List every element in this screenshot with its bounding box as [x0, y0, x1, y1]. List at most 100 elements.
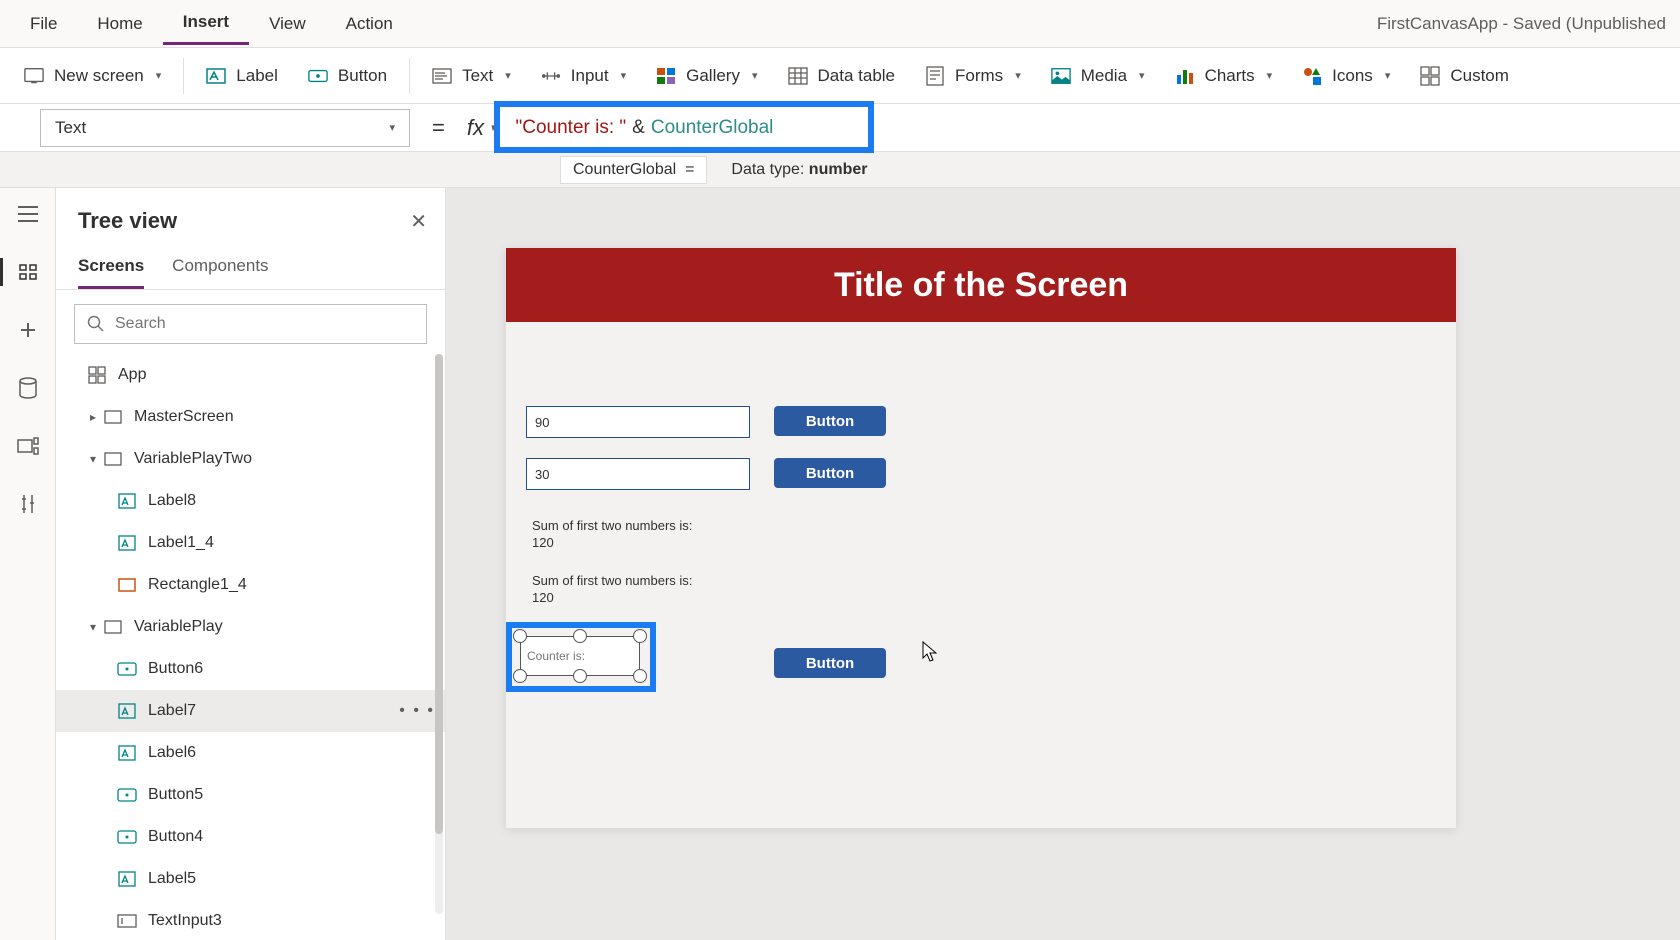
resize-handle[interactable]: [633, 629, 647, 643]
resize-handle[interactable]: [513, 629, 527, 643]
label-button[interactable]: Label: [192, 58, 292, 94]
equals-sign: =: [410, 115, 467, 141]
sum-label-1: Sum of first two numbers is: 120: [532, 518, 712, 552]
tree-node-label5[interactable]: Label5: [56, 858, 445, 900]
search-input[interactable]: [74, 304, 427, 344]
button-icon: [116, 826, 138, 848]
tree-node-label: Label1_4: [148, 534, 214, 552]
tree-node-label: MasterScreen: [134, 408, 234, 426]
tree-node-label: Label8: [148, 492, 196, 510]
tree-node-button4[interactable]: Button4: [56, 816, 445, 858]
chevron-right-icon[interactable]: ▸: [84, 410, 102, 424]
cursor-icon: [921, 640, 937, 662]
media-rail-icon[interactable]: [16, 434, 40, 458]
gallery-icon: [656, 66, 676, 86]
media-label: Media: [1081, 66, 1127, 86]
forms-button[interactable]: Forms▾: [911, 58, 1035, 94]
chevron-down-icon[interactable]: ▾: [84, 452, 102, 466]
button-icon: [116, 784, 138, 806]
screen-icon: [102, 448, 124, 470]
textinput-icon: [116, 910, 138, 932]
gallery-label: Gallery: [686, 66, 740, 86]
custom-button[interactable]: Custom: [1406, 58, 1523, 94]
chevron-down-icon: ▾: [1139, 69, 1145, 82]
app-title: FirstCanvasApp - Saved (Unpublished: [1377, 14, 1670, 34]
tree-node-app[interactable]: App: [56, 354, 445, 396]
more-icon[interactable]: • • •: [399, 702, 435, 720]
screen-title: Title of the Screen: [506, 248, 1456, 322]
label-icon: [116, 490, 138, 512]
button-2[interactable]: Button: [774, 458, 886, 488]
close-icon[interactable]: ✕: [410, 209, 427, 234]
tree-node-label1-4[interactable]: Label1_4: [56, 522, 445, 564]
hamburger-icon[interactable]: [16, 202, 40, 226]
button-3[interactable]: Button: [774, 648, 886, 678]
tree-node-label6[interactable]: Label6: [56, 732, 445, 774]
tree-node-label: Button4: [148, 828, 203, 846]
icons-button[interactable]: Icons▾: [1288, 58, 1404, 94]
text-input-1[interactable]: 90: [526, 406, 750, 438]
gallery-button[interactable]: Gallery▾: [642, 58, 771, 94]
insert-icon[interactable]: [16, 318, 40, 342]
icons-label: Icons: [1332, 66, 1373, 86]
tree-node-button5[interactable]: Button5: [56, 774, 445, 816]
tree-node-masterscreen[interactable]: ▸ MasterScreen: [56, 396, 445, 438]
menu-home[interactable]: Home: [77, 4, 162, 44]
property-selector[interactable]: Text ▾: [40, 109, 410, 147]
resize-handle[interactable]: [513, 669, 527, 683]
fx-icon[interactable]: fx▾: [467, 115, 504, 141]
tree-node-textinput3[interactable]: TextInput3: [56, 900, 445, 940]
canvas[interactable]: Title of the Screen 90 Button 30 Button …: [446, 188, 1680, 940]
button-button[interactable]: Button: [294, 58, 401, 94]
chevron-down-icon[interactable]: ▾: [84, 620, 102, 634]
intelli-var: CounterGlobal =: [560, 156, 707, 184]
formula-string: "Counter is: ": [516, 117, 627, 139]
screen-variableplay[interactable]: Title of the Screen 90 Button 30 Button …: [506, 248, 1456, 828]
menu-view[interactable]: View: [249, 4, 326, 44]
custom-icon: [1420, 66, 1440, 86]
button-1[interactable]: Button: [774, 406, 886, 436]
advanced-tools-icon[interactable]: [16, 492, 40, 516]
tree-node-label: Button5: [148, 786, 203, 804]
data-icon[interactable]: [16, 376, 40, 400]
search-field[interactable]: [115, 315, 414, 333]
text-button[interactable]: Text▾: [418, 58, 525, 94]
tree-node-button6[interactable]: Button6: [56, 648, 445, 690]
new-screen-button[interactable]: New screen▾: [10, 58, 175, 94]
tab-screens[interactable]: Screens: [78, 248, 144, 289]
screen-icon: [24, 66, 44, 86]
input-button[interactable]: Input▾: [527, 58, 640, 94]
data-table-label: Data table: [818, 66, 896, 86]
tree-node-label: App: [118, 366, 146, 384]
menu-file[interactable]: File: [10, 4, 77, 44]
menu-action[interactable]: Action: [326, 4, 413, 44]
media-button[interactable]: Media ▾: [1037, 58, 1159, 94]
scrollbar-thumb[interactable]: [435, 354, 443, 834]
property-selector-value: Text: [55, 118, 86, 138]
app-icon: [86, 364, 108, 386]
tree-node-label: Rectangle1_4: [148, 576, 247, 594]
tree-node-variableplay[interactable]: ▾ VariablePlay: [56, 606, 445, 648]
resize-handle[interactable]: [633, 669, 647, 683]
data-table-button[interactable]: Data table: [774, 58, 910, 94]
menu-insert[interactable]: Insert: [163, 2, 249, 45]
formula-bar: Text ▾ = fx▾ "Counter is: " & CounterGlo…: [0, 104, 1680, 152]
tree-node-label8[interactable]: Label8: [56, 480, 445, 522]
chevron-down-icon: ▾: [490, 121, 496, 134]
charts-label: Charts: [1205, 66, 1255, 86]
tab-components[interactable]: Components: [172, 248, 268, 289]
selected-label-text: Counter is:: [527, 649, 585, 663]
resize-handle[interactable]: [573, 669, 587, 683]
tree-node-label7[interactable]: Label7 • • •: [56, 690, 445, 732]
tree-node-variableplaytwo[interactable]: ▾ VariablePlayTwo: [56, 438, 445, 480]
selected-label7[interactable]: Counter is:: [520, 636, 640, 676]
tree-view-panel: Tree view ✕ Screens Components App ▸ Mas…: [56, 188, 446, 940]
resize-handle[interactable]: [573, 629, 587, 643]
formula-input[interactable]: "Counter is: " & CounterGlobal: [504, 109, 1668, 147]
label-icon: [116, 868, 138, 890]
tree-node-rectangle1-4[interactable]: Rectangle1_4: [56, 564, 445, 606]
charts-button[interactable]: Charts▾: [1161, 58, 1287, 94]
text-input-2[interactable]: 30: [526, 458, 750, 490]
tree-node-label: Label6: [148, 744, 196, 762]
tree-view-icon[interactable]: [16, 260, 40, 284]
